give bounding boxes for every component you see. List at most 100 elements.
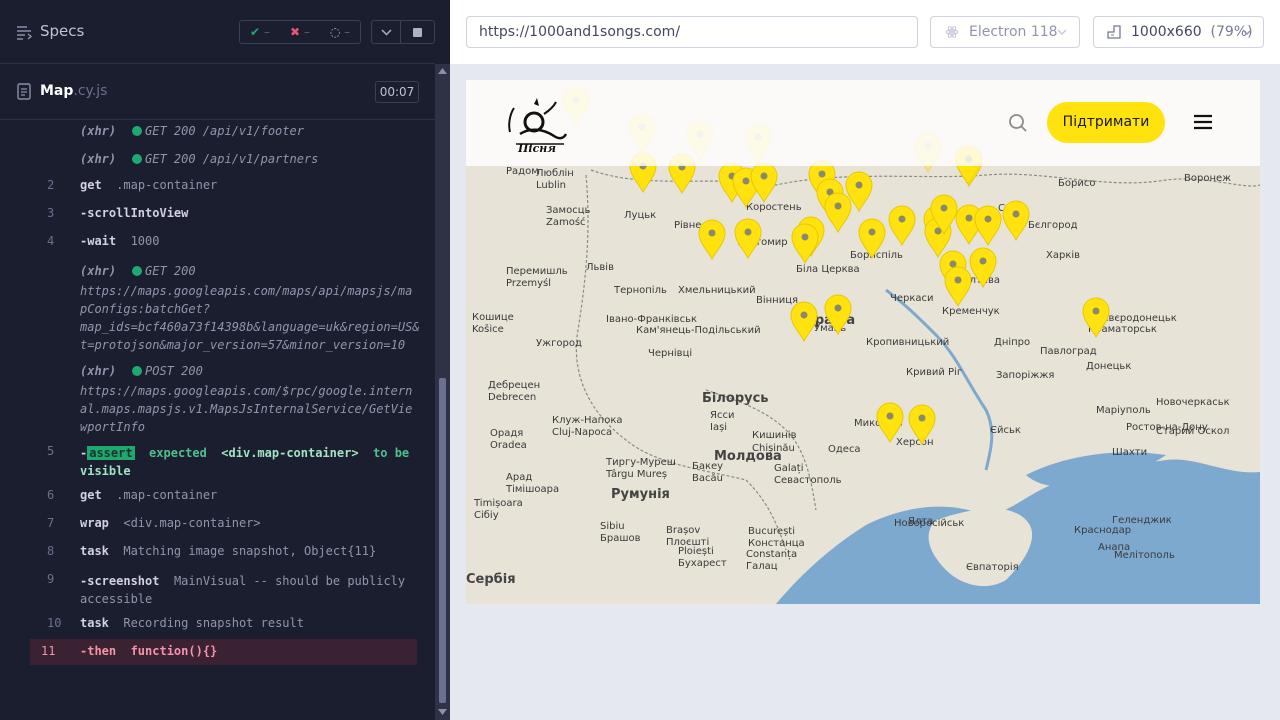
xhr-status: GET 200 /api/v1/partners (122, 152, 318, 166)
success-dot-icon (132, 266, 142, 276)
city-label: Sibiu (600, 521, 625, 532)
options-dropdown-button[interactable] (371, 20, 401, 44)
logo-wordmark: Пісня (517, 142, 556, 154)
city-label: Przemyśl (506, 277, 551, 289)
donate-button[interactable]: Підтримати (1047, 102, 1165, 143)
command-arg: .map-container (116, 178, 218, 192)
chevron-down-icon (1057, 29, 1067, 35)
pending-circle-icon: ◌ (329, 25, 341, 39)
command-name: -wait (80, 234, 117, 248)
xhr-status-text: POST 200 (145, 364, 203, 378)
city-label: Арад (506, 472, 532, 483)
step-number: 6 (47, 488, 55, 502)
pending-stat: ◌ – (320, 25, 360, 39)
city-label: Новоросійськ (894, 517, 964, 529)
city-label: Запоріжжя (996, 369, 1054, 381)
command-arg: 1000 (130, 234, 160, 248)
browser-selector[interactable]: Electron 118 (930, 16, 1080, 48)
city-label: Луцьк (624, 210, 656, 221)
xhr-status: GET 200 /api/v1/footer (122, 124, 304, 138)
browser-name: Electron 118 (969, 24, 1058, 40)
city-label: Хмельницький (678, 285, 756, 296)
xhr-url-line: https://maps.googleapis.com/$rpc/google.… (80, 384, 413, 398)
step-number: 4 (47, 234, 55, 248)
city-label: Тернопіль (613, 284, 667, 296)
city-label: Рівне (674, 219, 701, 231)
url-bar[interactable]: https://1000and1songs.com/ (466, 16, 918, 48)
scrollbar-thumb[interactable] (439, 378, 446, 703)
xhr-url: https://maps.googleapis.com/maps/api/map… (80, 282, 419, 354)
city-label: Маріуполь (1096, 404, 1151, 416)
site-logo[interactable]: Пісня (504, 94, 568, 154)
stop-button[interactable] (401, 20, 435, 44)
city-label: Черкаси (890, 293, 934, 304)
xhr-url-line: wportInfo (80, 420, 146, 434)
country-label: Сербія (466, 572, 516, 587)
city-label: Oradea (490, 440, 527, 451)
spec-file-name[interactable]: Map.cy.js (40, 83, 107, 99)
log-row-11-failed[interactable]: 11 -then function(){} (30, 639, 417, 665)
specs-title[interactable]: Specs (40, 22, 84, 40)
command: get .map-container (80, 178, 217, 192)
city-label: Галац (746, 561, 778, 572)
xhr-status: POST 200 (122, 364, 203, 378)
city-label: Кошице (472, 312, 514, 323)
city-label: Брашов (600, 533, 641, 544)
command-name: -screenshot (80, 574, 160, 588)
viewport-size[interactable]: 1000x660 (79%) (1093, 16, 1264, 48)
city-label: Радом (506, 166, 539, 177)
specs-list-icon[interactable] (16, 24, 32, 40)
city-label: Târgu Mureș (605, 468, 667, 480)
chevron-down-icon (381, 29, 392, 36)
electron-icon (945, 26, 959, 38)
city-label: Замосць (546, 205, 591, 216)
city-label: Старий Оскол (1156, 426, 1229, 437)
city-label: Debrecen (488, 392, 536, 403)
city-label: Орадя (490, 428, 523, 439)
city-label: Košice (472, 323, 504, 335)
city-label: Харків (1046, 249, 1080, 261)
step-number: 2 (47, 178, 55, 192)
success-dot-icon (132, 154, 142, 164)
command-name: wrap (80, 516, 109, 530)
city-label: București (748, 526, 795, 537)
city-label: Біла Церква (796, 263, 860, 275)
city-label: Перемишль (506, 266, 568, 277)
chevron-down-icon (1242, 29, 1252, 35)
pending-count: – (344, 25, 351, 39)
step-number: 7 (47, 516, 55, 530)
city-label: Борисо (1058, 178, 1095, 189)
city-label: Геленджик (1112, 515, 1172, 526)
xhr-url-line: al.maps.mapsjs.v1.MapsJsInternalService/… (80, 402, 413, 416)
command-arg: .map-container (116, 488, 218, 502)
city-label: Краснодар (1074, 525, 1131, 536)
command: wrap <div.map-container> (80, 516, 261, 530)
menu-icon[interactable] (1193, 114, 1213, 130)
city-label: Ясси (710, 410, 734, 421)
city-label: Galați (774, 463, 803, 474)
city-label: Бєлгород (1028, 220, 1078, 231)
command-log: (xhr) GET 200 /api/v1/footer (xhr) GET 200… (30, 120, 419, 670)
xhr-url-line: pConfigs:batchGet? (80, 302, 211, 316)
city-label: Воронеж (1184, 173, 1231, 184)
city-label: Донецьк (1086, 361, 1131, 372)
test-stats: ✔ – ✖ – ◌ – (239, 20, 361, 44)
city-label: Клуж-Напока (552, 415, 623, 426)
xhr-url: https://maps.googleapis.com/$rpc/google.… (80, 382, 419, 436)
xhr-label: (xhr) (80, 264, 117, 278)
command-name: -then (80, 644, 117, 658)
failed-count: – (303, 25, 310, 39)
scroll-down-arrow-icon[interactable] (438, 709, 447, 715)
assert-command: - assert expected <div.map-container> to … (80, 446, 410, 478)
city-label: Люблін (536, 167, 574, 179)
city-label: Тиргу-Муреш (605, 457, 676, 468)
command-name: task (80, 544, 109, 558)
city-label: Бакеу (692, 461, 723, 472)
site-header: Пісня Підтримати (466, 80, 1260, 166)
xhr-label: (xhr) (80, 124, 117, 138)
city-label: Новочеркаськ (1156, 397, 1230, 408)
specs-header: Specs ✔ – ✖ – ◌ – (0, 0, 435, 64)
search-icon[interactable] (1008, 113, 1028, 133)
city-label: Тімішоара (505, 483, 559, 495)
scroll-up-arrow-icon[interactable] (438, 68, 447, 74)
